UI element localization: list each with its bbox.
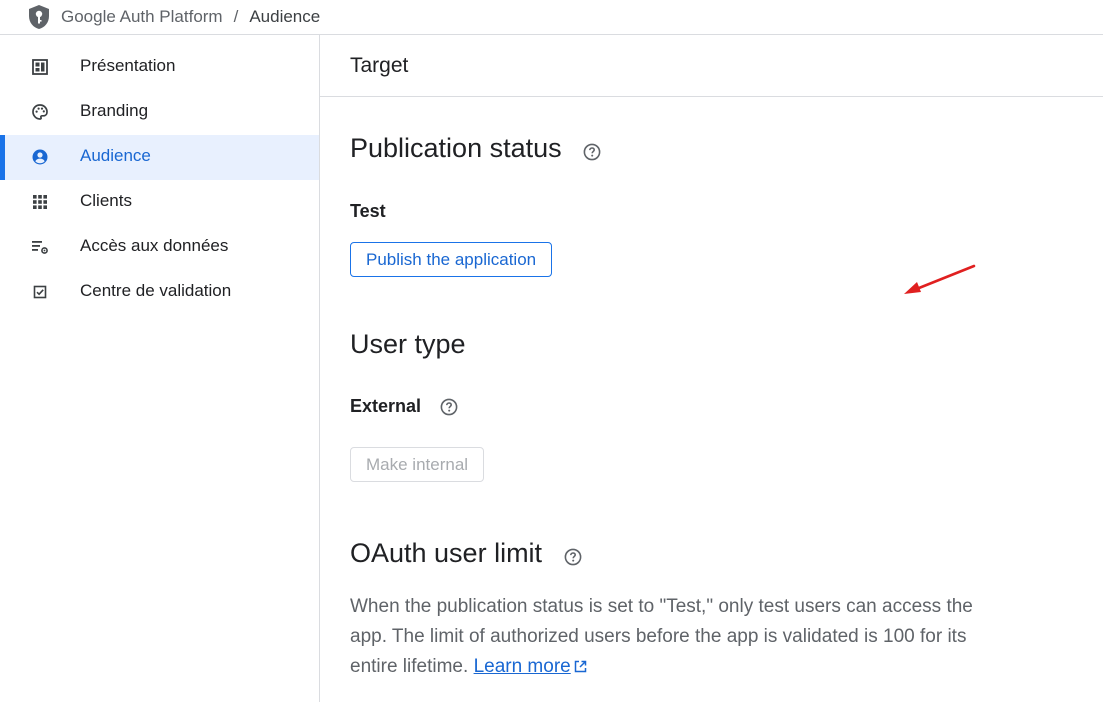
top-bar: Google Auth Platform / Audience	[0, 0, 1103, 35]
main-panel: Target Publication status Test Publish t…	[320, 35, 1103, 702]
help-icon[interactable]	[440, 398, 458, 416]
oauth-limit-description: When the publication status is set to "T…	[350, 592, 990, 682]
checkbox-icon	[31, 283, 49, 301]
learn-more-link[interactable]: Learn more	[474, 656, 571, 677]
palette-icon	[31, 103, 49, 121]
account-circle-icon	[31, 148, 49, 166]
sidebar-item-presentation[interactable]: Présentation	[0, 45, 319, 90]
external-link-icon	[574, 660, 586, 673]
sidebar-item-branding[interactable]: Branding	[0, 90, 319, 135]
sidebar-item-label: Centre de validation	[80, 281, 232, 300]
help-icon[interactable]	[564, 548, 582, 566]
sidebar-item-label: Branding	[80, 101, 149, 120]
sidebar-item-label: Présentation	[80, 56, 176, 75]
breadcrumb-root[interactable]: Google Auth Platform	[61, 7, 223, 27]
sidebar-item-label: Audience	[80, 146, 151, 165]
oauth-limit-title: OAuth user limit	[350, 538, 543, 568]
oauth-limit-text: When the publication status is set to "T…	[350, 596, 973, 677]
page-title: Target	[350, 54, 409, 77]
sidebar-item-validation-center[interactable]: Centre de validation	[0, 270, 319, 315]
sidebar-item-clients[interactable]: Clients	[0, 180, 319, 225]
data-settings-icon	[31, 238, 49, 256]
annotation-arrow-icon	[904, 264, 976, 294]
user-type-value: External	[350, 396, 422, 416]
sidebar-item-data-access[interactable]: Accès aux données	[0, 225, 319, 270]
sidebar-item-label: Accès aux données	[80, 236, 229, 255]
publication-status-title: Publication status	[350, 133, 562, 163]
publication-status-value: Test	[350, 201, 386, 221]
breadcrumb-current: Audience	[249, 7, 321, 26]
main-header: Target	[320, 35, 1103, 97]
shield-key-icon	[29, 5, 49, 29]
breadcrumb: Google Auth Platform / Audience	[61, 7, 320, 27]
sidebar-item-audience[interactable]: Audience	[0, 135, 319, 180]
apps-grid-icon	[31, 193, 49, 211]
sidebar-item-label: Clients	[80, 191, 132, 210]
dashboard-icon	[31, 58, 49, 76]
make-internal-button[interactable]: Make internal	[350, 447, 485, 482]
breadcrumb-separator: /	[233, 7, 239, 26]
sidebar: Présentation Branding Audience Clients A…	[0, 35, 320, 702]
help-icon[interactable]	[583, 143, 601, 161]
user-type-title: User type	[350, 329, 466, 359]
publish-app-button[interactable]: Publish the application	[350, 242, 553, 277]
